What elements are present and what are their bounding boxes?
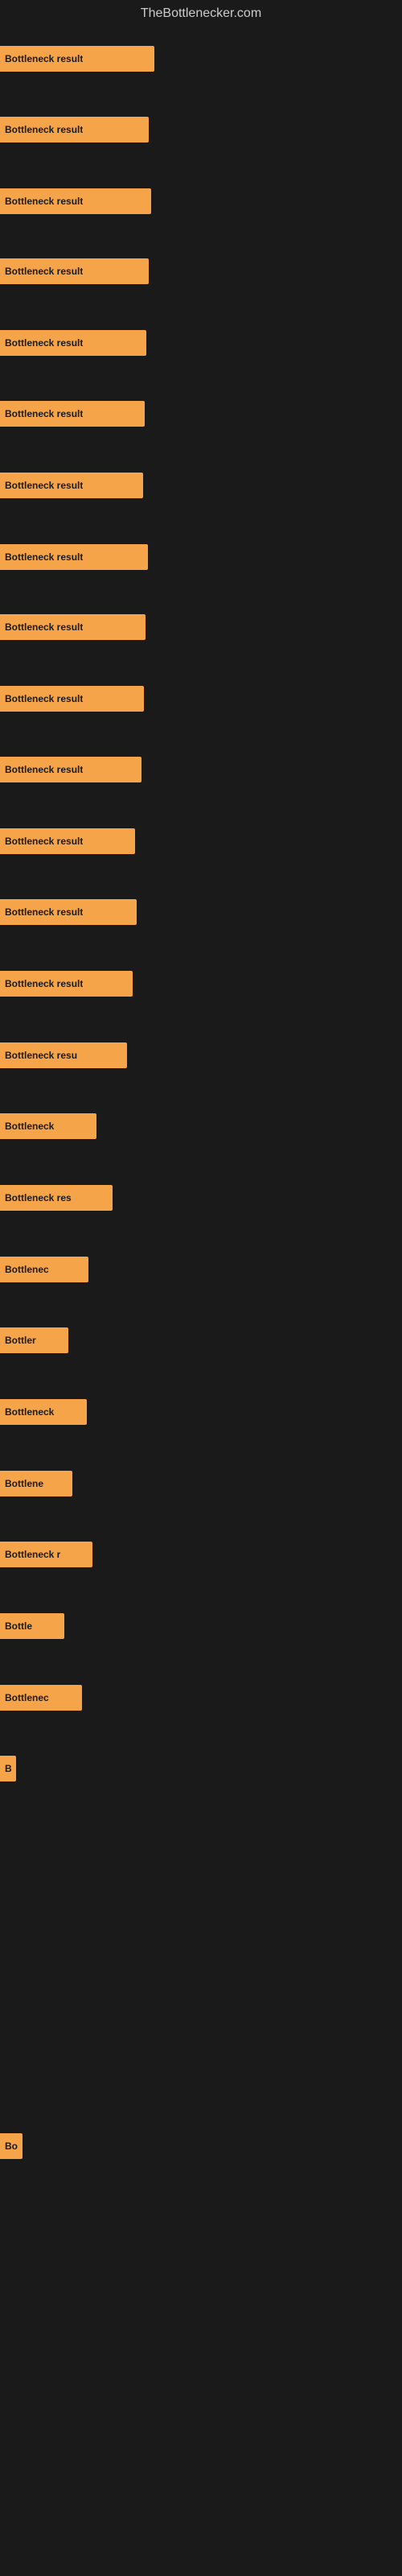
bottleneck-result-item[interactable]: Bottleneck result xyxy=(0,330,146,356)
bottleneck-result-label: Bottleneck result xyxy=(5,764,83,775)
bottleneck-result-label: Bottleneck result xyxy=(5,408,83,419)
bottleneck-result-label: Bottleneck result xyxy=(5,124,83,135)
bottleneck-result-label: Bottleneck result xyxy=(5,621,83,633)
bottleneck-result-item[interactable]: Bottleneck result xyxy=(0,899,137,925)
bottleneck-result-item[interactable]: Bottleneck result xyxy=(0,188,151,214)
bottleneck-result-label: Bottleneck result xyxy=(5,906,83,918)
bottleneck-result-label: Bo xyxy=(5,2140,18,2152)
bottleneck-result-item[interactable]: Bottleneck result xyxy=(0,473,143,498)
bottleneck-result-label: Bottleneck res xyxy=(5,1192,72,1203)
bottleneck-result-item[interactable]: Bottleneck xyxy=(0,1113,96,1139)
bottleneck-result-label: Bottleneck resu xyxy=(5,1050,77,1061)
bottleneck-result-item[interactable]: Bottleneck result xyxy=(0,828,135,854)
bottleneck-result-label: Bottlenec xyxy=(5,1264,49,1275)
bottleneck-result-item[interactable]: Bottleneck result xyxy=(0,401,145,427)
bottleneck-result-item[interactable]: Bottler xyxy=(0,1327,68,1353)
bottleneck-result-item[interactable]: Bottleneck r xyxy=(0,1542,92,1567)
bottleneck-result-item[interactable]: Bottleneck res xyxy=(0,1185,113,1211)
bottleneck-result-label: Bottleneck xyxy=(5,1121,54,1132)
bottleneck-result-label: Bottleneck result xyxy=(5,978,83,989)
site-title: TheBottlenecker.com xyxy=(0,0,402,27)
bottleneck-result-label: Bottleneck result xyxy=(5,53,83,64)
bottleneck-result-label: Bottleneck result xyxy=(5,480,83,491)
bottleneck-result-item[interactable]: Bottleneck xyxy=(0,1399,87,1425)
bottleneck-result-item[interactable]: Bottleneck result xyxy=(0,258,149,284)
bottleneck-result-item[interactable]: Bottleneck result xyxy=(0,544,148,570)
bottleneck-result-item[interactable]: Bottlenec xyxy=(0,1685,82,1711)
bottleneck-result-item[interactable]: B xyxy=(0,1756,16,1781)
bottleneck-result-item[interactable]: Bottleneck result xyxy=(0,686,144,712)
bottleneck-result-label: Bottleneck result xyxy=(5,836,83,847)
bottleneck-result-label: Bottleneck result xyxy=(5,337,83,349)
bottleneck-result-label: Bottleneck result xyxy=(5,551,83,563)
bottleneck-result-label: Bottler xyxy=(5,1335,36,1346)
bottleneck-result-label: Bottleneck result xyxy=(5,266,83,277)
bottleneck-result-label: B xyxy=(5,1763,11,1774)
bottleneck-result-label: Bottleneck r xyxy=(5,1549,60,1560)
bottleneck-result-item[interactable]: Bottleneck result xyxy=(0,46,154,72)
bottleneck-result-label: Bottlene xyxy=(5,1478,43,1489)
bottleneck-result-item[interactable]: Bottlenec xyxy=(0,1257,88,1282)
bottleneck-result-item[interactable]: Bottleneck result xyxy=(0,971,133,997)
bottleneck-result-item[interactable]: Bottleneck resu xyxy=(0,1042,127,1068)
bottleneck-result-label: Bottleneck xyxy=(5,1406,54,1418)
bottleneck-result-item[interactable]: Bottleneck result xyxy=(0,117,149,142)
bottleneck-result-label: Bottleneck result xyxy=(5,693,83,704)
bottleneck-result-item[interactable]: Bottleneck result xyxy=(0,614,146,640)
bottleneck-result-item[interactable]: Bottlene xyxy=(0,1471,72,1496)
bottleneck-result-item[interactable]: Bottle xyxy=(0,1613,64,1639)
bottleneck-result-label: Bottleneck result xyxy=(5,196,83,207)
bottleneck-result-label: Bottle xyxy=(5,1620,32,1632)
bottleneck-result-item[interactable]: Bottleneck result xyxy=(0,757,142,782)
bottleneck-result-item[interactable]: Bo xyxy=(0,2133,23,2159)
bottleneck-result-label: Bottlenec xyxy=(5,1692,49,1703)
